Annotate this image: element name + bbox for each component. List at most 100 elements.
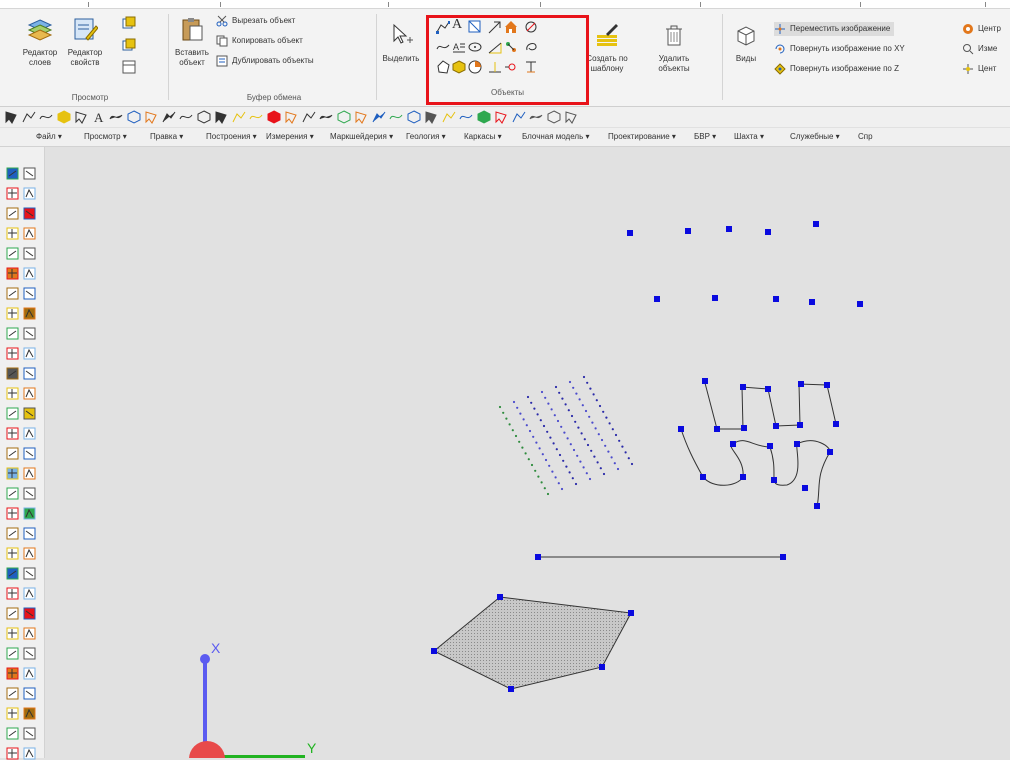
node[interactable]: [702, 378, 708, 384]
menu-item[interactable]: Построения ▾: [206, 132, 257, 141]
map3-icon[interactable]: [6, 487, 19, 500]
node[interactable]: [740, 474, 746, 480]
views-button[interactable]: Виды: [728, 22, 764, 64]
rotate-z-button[interactable]: Повернуть изображение по Z: [774, 62, 899, 76]
node[interactable]: [740, 384, 746, 390]
measure-button[interactable]: Изме: [962, 42, 997, 56]
cylinder-icon[interactable]: [23, 647, 36, 660]
brush-icon[interactable]: [23, 387, 36, 400]
chart-icon[interactable]: [512, 110, 526, 124]
ellipse-icon[interactable]: [162, 110, 176, 124]
slope-icon[interactable]: [23, 687, 36, 700]
node[interactable]: [767, 443, 773, 449]
node[interactable]: [798, 381, 804, 387]
frame-icon[interactable]: [127, 110, 141, 124]
layer-add-icon[interactable]: [6, 227, 19, 240]
node[interactable]: [712, 295, 718, 301]
axis-icon[interactable]: [23, 607, 36, 620]
menu-item[interactable]: Геология ▾: [406, 132, 446, 141]
spline-icon[interactable]: [39, 110, 53, 124]
menu-item[interactable]: Блочная модель ▾: [522, 132, 589, 141]
rotate-z-icon[interactable]: [6, 347, 19, 360]
node[interactable]: [773, 296, 779, 302]
triangle-icon[interactable]: [6, 727, 19, 740]
point-cloud[interactable]: [498, 375, 634, 496]
node[interactable]: [780, 554, 786, 560]
bars-icon[interactable]: [424, 110, 438, 124]
grid3-icon[interactable]: [6, 627, 19, 640]
angle-icon[interactable]: [6, 707, 19, 720]
copy-object-button[interactable]: Копировать объект: [216, 34, 303, 48]
globe-icon[interactable]: [23, 347, 36, 360]
strike-icon[interactable]: [23, 547, 36, 560]
print-icon[interactable]: [6, 427, 19, 440]
pie-icon[interactable]: [144, 110, 158, 124]
point-link-icon[interactable]: [267, 110, 281, 124]
node[interactable]: [628, 610, 634, 616]
pencil-icon[interactable]: [459, 110, 473, 124]
paste-icon[interactable]: [23, 287, 36, 300]
node[interactable]: [535, 554, 541, 560]
open-icon[interactable]: [6, 187, 19, 200]
node[interactable]: [730, 441, 736, 447]
node[interactable]: [678, 426, 684, 432]
node-link-icon[interactable]: [337, 110, 351, 124]
polyline-icon[interactable]: [22, 110, 36, 124]
spline-lower[interactable]: [680, 428, 831, 508]
copy-icon[interactable]: [23, 247, 36, 260]
arc-icon[interactable]: [179, 110, 193, 124]
bracket-icon[interactable]: [23, 727, 36, 740]
zoom-in-icon[interactable]: [6, 387, 19, 400]
hatched-polygon[interactable]: [433, 596, 632, 690]
cross-icon[interactable]: [23, 567, 36, 580]
clipboard-icon[interactable]: [23, 307, 36, 320]
menu-item[interactable]: Файл ▾: [36, 132, 62, 141]
node[interactable]: [857, 301, 863, 307]
polyline-nodes[interactable]: [678, 378, 839, 509]
grid-hatch-icon[interactable]: [389, 110, 403, 124]
line-icon[interactable]: [23, 467, 36, 480]
window-icon-3[interactable]: [122, 60, 136, 74]
node[interactable]: [827, 449, 833, 455]
paste-object-button[interactable]: Вставить объект: [174, 16, 210, 68]
text-icon[interactable]: A: [92, 110, 106, 124]
ruler-icon[interactable]: [6, 687, 19, 700]
delete-objects-button[interactable]: Удалить объекты: [652, 22, 696, 74]
create-from-template-button[interactable]: Создать по шаблону: [586, 22, 628, 74]
grid2-icon[interactable]: [6, 607, 19, 620]
join-icon[interactable]: [23, 627, 36, 640]
angle-line-icon[interactable]: [232, 110, 246, 124]
select-button[interactable]: Выделить: [380, 22, 422, 64]
node-row-2[interactable]: [654, 295, 863, 307]
arrow-icon[interactable]: [214, 110, 228, 124]
map-icon[interactable]: [6, 447, 19, 460]
polygon-icon[interactable]: [74, 110, 88, 124]
x-mark-icon[interactable]: [23, 527, 36, 540]
node[interactable]: [824, 382, 830, 388]
node-icon[interactable]: [529, 110, 543, 124]
node[interactable]: [797, 422, 803, 428]
node[interactable]: [599, 664, 605, 670]
node[interactable]: [431, 648, 437, 654]
menu-item[interactable]: Спр: [858, 132, 873, 141]
no-entry-icon[interactable]: [302, 110, 316, 124]
polyline-icon[interactable]: [23, 487, 36, 500]
lasso-icon[interactable]: [319, 110, 333, 124]
menu-item[interactable]: Шахта ▾: [734, 132, 764, 141]
level-line-icon[interactable]: [249, 110, 263, 124]
node[interactable]: [654, 296, 660, 302]
polyline-group[interactable]: [680, 382, 837, 508]
property-editor-button[interactable]: Редактор свойств: [64, 16, 106, 68]
layer-editor-button[interactable]: Редактор слоев: [20, 16, 60, 68]
close-x-icon[interactable]: [23, 447, 36, 460]
pin-icon[interactable]: [6, 507, 19, 520]
grid-icon[interactable]: [6, 567, 19, 580]
window-icon-1[interactable]: [122, 16, 136, 30]
node[interactable]: [741, 425, 747, 431]
center-button[interactable]: Центр: [962, 22, 1001, 36]
node[interactable]: [802, 485, 808, 491]
canvas-svg[interactable]: X Y: [45, 147, 1010, 758]
pan-icon[interactable]: [23, 327, 36, 340]
menu-item[interactable]: Правка ▾: [150, 132, 183, 141]
dropdown-icon[interactable]: [564, 110, 578, 124]
